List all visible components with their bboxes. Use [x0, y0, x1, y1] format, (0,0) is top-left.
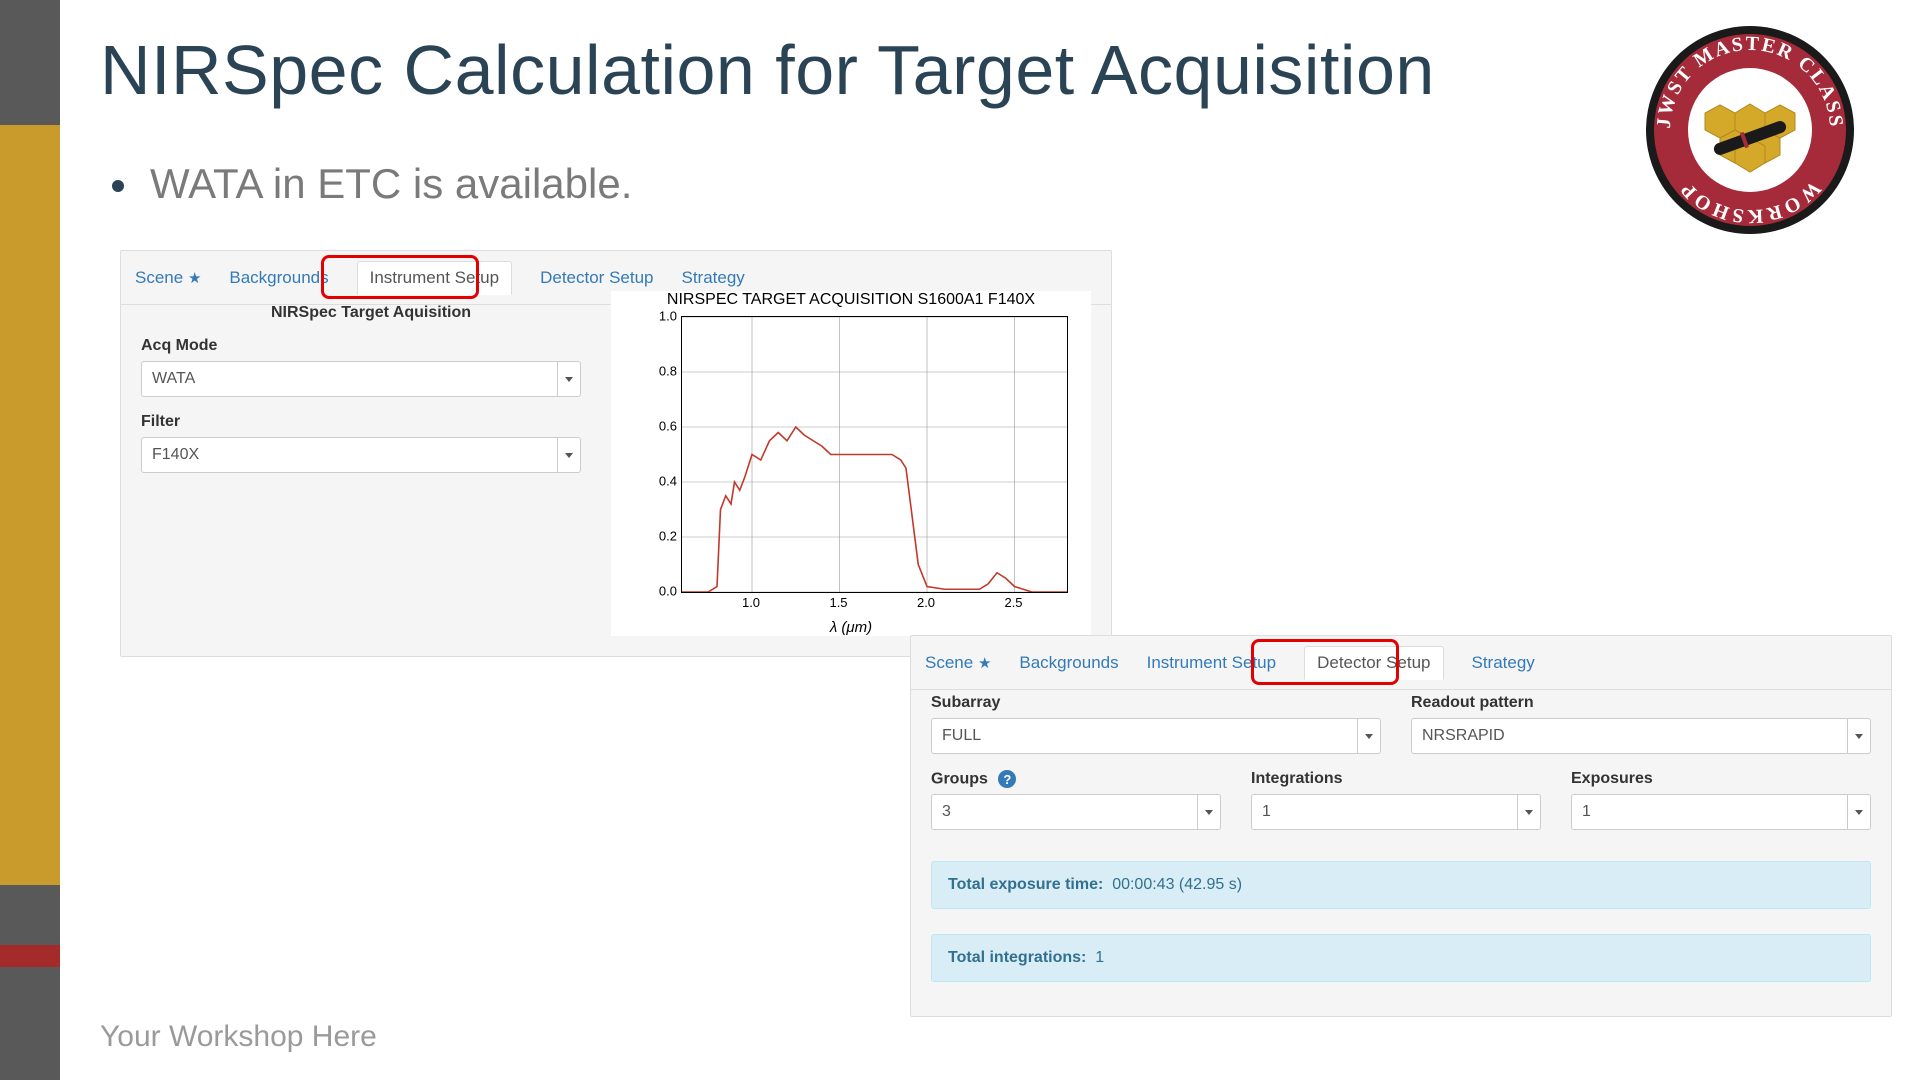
- total-exposure-time-box: Total exposure time: 00:00:43 (42.95 s): [931, 861, 1871, 909]
- chevron-down-icon: [1517, 795, 1540, 829]
- chart-xtick: 2.5: [1004, 595, 1022, 610]
- tab-backgrounds[interactable]: Backgrounds: [1019, 653, 1118, 673]
- exposures-label: Exposures: [1571, 770, 1653, 788]
- groups-label-text: Groups: [931, 771, 988, 788]
- chevron-down-icon: [557, 362, 580, 396]
- jwst-master-class-badge: JWST MASTER CLASS WORKSHOP: [1640, 20, 1860, 240]
- chevron-down-icon: [1847, 719, 1870, 753]
- chart-ytick: 1.0: [659, 309, 677, 324]
- exposures-input[interactable]: 1: [1571, 794, 1871, 830]
- integrations-input[interactable]: 1: [1251, 794, 1541, 830]
- tabs-row: Scene ★ Backgrounds Instrument Setup Det…: [911, 636, 1891, 690]
- tet-label: Total exposure time:: [948, 876, 1103, 893]
- etc-panel-instrument-setup: Scene ★ Backgrounds Instrument Setup Det…: [120, 250, 1112, 657]
- chevron-down-icon: [1357, 719, 1380, 753]
- filter-select[interactable]: F140X: [141, 437, 581, 473]
- instrument-subtitle: NIRSpec Target Aquisition: [271, 304, 471, 322]
- tab-scene-label: Scene: [925, 653, 973, 672]
- page-title: NIRSpec Calculation for Target Acquisiti…: [100, 30, 1435, 110]
- integrations-label: Integrations: [1251, 770, 1343, 788]
- bullet-dot-icon: [112, 180, 124, 192]
- tab-detector-setup[interactable]: Detector Setup: [540, 268, 653, 288]
- groups-value: 3: [942, 803, 951, 821]
- readout-select[interactable]: NRSRAPID: [1411, 718, 1871, 754]
- subarray-value: FULL: [942, 727, 981, 745]
- ti-value: 1: [1095, 949, 1104, 966]
- readout-label: Readout pattern: [1411, 694, 1534, 712]
- chart-ytick: 0.8: [659, 364, 677, 379]
- side-stripe-dark-mid: [0, 885, 60, 945]
- tab-strategy[interactable]: Strategy: [682, 268, 745, 288]
- acq-mode-label: Acq Mode: [141, 337, 217, 355]
- chevron-down-icon: [1847, 795, 1870, 829]
- chart-ytick: 0.4: [659, 474, 677, 489]
- star-icon: ★: [188, 270, 201, 287]
- acq-mode-select[interactable]: WATA: [141, 361, 581, 397]
- chart-plot-area: [681, 316, 1068, 593]
- star-icon: ★: [978, 655, 991, 672]
- acq-mode-value: WATA: [152, 370, 195, 388]
- chart-ytick: 0.6: [659, 419, 677, 434]
- subarray-label: Subarray: [931, 694, 1000, 712]
- side-stripe-dark-bot: [0, 967, 60, 1080]
- exposures-value: 1: [1582, 803, 1591, 821]
- side-stripe-gold: [0, 125, 60, 885]
- side-stripe-dark-top: [0, 0, 60, 125]
- chevron-down-icon: [1197, 795, 1220, 829]
- groups-label: Groups ?: [931, 770, 1016, 789]
- chart-xtick: 1.5: [829, 595, 847, 610]
- chart-xtick: 2.0: [917, 595, 935, 610]
- tab-backgrounds[interactable]: Backgrounds: [229, 268, 328, 288]
- groups-input[interactable]: 3: [931, 794, 1221, 830]
- tab-strategy[interactable]: Strategy: [1472, 653, 1535, 673]
- integrations-value: 1: [1262, 803, 1271, 821]
- footer-text: Your Workshop Here: [100, 1020, 377, 1054]
- tab-scene-label: Scene: [135, 268, 183, 287]
- etc-panel-detector-setup: Scene ★ Backgrounds Instrument Setup Det…: [910, 635, 1892, 1017]
- tab-instrument-setup[interactable]: Instrument Setup: [357, 261, 512, 295]
- tet-value: 00:00:43 (42.95 s): [1112, 876, 1242, 893]
- chart-xlabel: λ (μm): [611, 619, 1091, 636]
- tab-detector-setup[interactable]: Detector Setup: [1304, 646, 1443, 680]
- chart-ytick: 0.0: [659, 584, 677, 599]
- filter-label: Filter: [141, 413, 180, 431]
- tab-instrument-setup[interactable]: Instrument Setup: [1147, 653, 1276, 673]
- readout-value: NRSRAPID: [1422, 727, 1505, 745]
- tab-scene[interactable]: Scene ★: [925, 653, 991, 673]
- ti-label: Total integrations:: [948, 949, 1086, 966]
- chart-xtick: 1.0: [742, 595, 760, 610]
- bullet-text: WATA in ETC is available.: [150, 160, 632, 208]
- tab-scene[interactable]: Scene ★: [135, 268, 201, 288]
- total-integrations-box: Total integrations: 1: [931, 934, 1871, 982]
- throughput-chart: NIRSPEC TARGET ACQUISITION S1600A1 F140X…: [611, 291, 1091, 636]
- chevron-down-icon: [557, 438, 580, 472]
- subarray-select[interactable]: FULL: [931, 718, 1381, 754]
- filter-value: F140X: [152, 446, 199, 464]
- help-icon[interactable]: ?: [998, 770, 1016, 788]
- side-stripe-red: [0, 945, 60, 967]
- chart-ytick: 0.2: [659, 529, 677, 544]
- chart-title: NIRSPEC TARGET ACQUISITION S1600A1 F140X: [611, 291, 1091, 309]
